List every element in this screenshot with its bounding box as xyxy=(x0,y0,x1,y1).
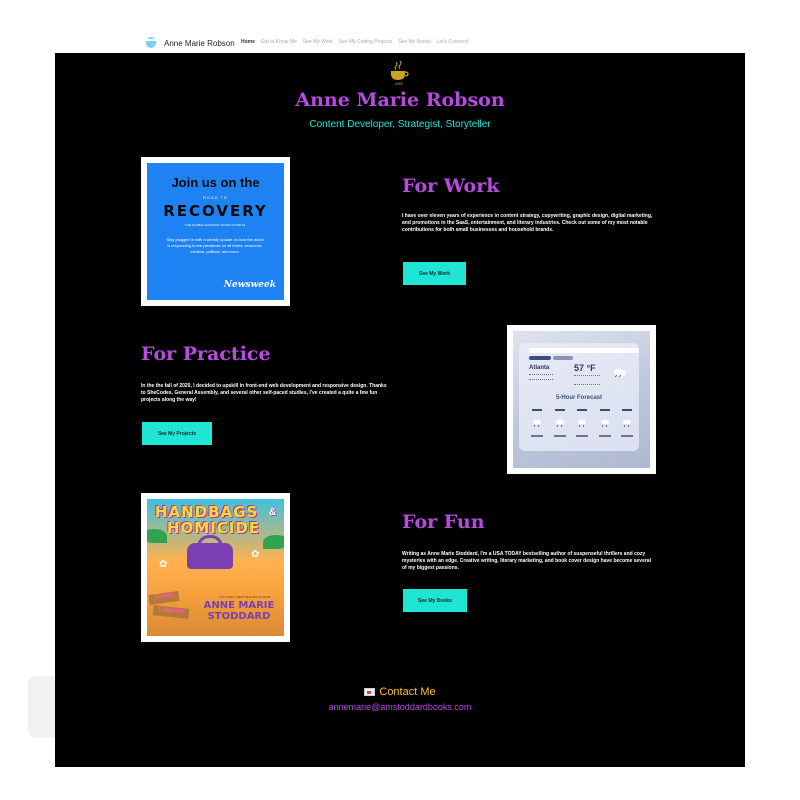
fun-title: For Fun xyxy=(402,511,485,533)
weather-search-button xyxy=(529,356,551,360)
page-subtitle: Content Developer, Strategist, Storytell… xyxy=(309,119,491,130)
practice-title: For Practice xyxy=(141,343,271,365)
nav-link-books[interactable]: See My Books xyxy=(398,39,430,45)
palm-leaf-shape xyxy=(263,535,284,549)
portfolio-page: Anne Marie Robson Home Get to Know Me Se… xyxy=(55,33,745,767)
cloud-icon xyxy=(614,368,626,377)
weather-date-line xyxy=(529,374,553,380)
nav-link-about[interactable]: Get to Know Me xyxy=(261,39,297,45)
book-author-line1: ANNE MARIE xyxy=(203,600,275,611)
nav-link-home[interactable]: Home xyxy=(241,39,255,45)
coffee-logo-icon: AMR xyxy=(391,60,409,86)
nav-link-projects[interactable]: See My Coding Projects xyxy=(339,39,393,45)
book-title-line2: HOMICIDE xyxy=(167,519,261,537)
book-author-line2: STODDARD xyxy=(207,611,271,622)
weather-temperature: 57 °F xyxy=(574,363,596,373)
weather-panel: Atlanta 57 °F 5-Hour Forecast xyxy=(519,343,639,451)
brand-link[interactable]: Anne Marie Robson xyxy=(145,36,235,50)
work-image-card: Join us on the ROAD TO RECOVERY THE GLOB… xyxy=(141,157,290,306)
contact-section: Contact Me annemarie@amstoddardbooks.com xyxy=(55,686,745,712)
work-title: For Work xyxy=(402,175,500,197)
flower-icon: ✿ xyxy=(159,559,168,570)
rain-icon xyxy=(533,419,541,427)
promo-body: Stay plugged in with a weekly update on … xyxy=(166,237,264,254)
see-my-books-button[interactable]: See My Books xyxy=(403,589,467,612)
rain-icon xyxy=(600,419,609,427)
brand-name: Anne Marie Robson xyxy=(164,38,235,48)
side-panel xyxy=(28,676,58,738)
book-sign-aloha: Aloha xyxy=(148,590,180,606)
forecast-day xyxy=(597,409,613,437)
fun-text: Writing as Anne Marie Stoddard, I'm a US… xyxy=(402,551,651,571)
rain-icon xyxy=(623,419,631,427)
promo-road-to: ROAD TO xyxy=(202,195,229,200)
contact-title: Contact Me xyxy=(379,686,436,698)
rain-icon xyxy=(555,419,564,427)
newsweek-logo: Newsweek xyxy=(223,280,276,290)
weather-location-button xyxy=(553,356,573,360)
logo-text: AMR xyxy=(395,82,403,86)
work-text: I have over eleven years of experience i… xyxy=(402,213,653,233)
book-sign-lagoon: Lagoon xyxy=(152,605,190,619)
practice-text: In the the fall of 2020, I decided to up… xyxy=(141,383,387,403)
weather-details xyxy=(574,375,600,385)
promo-title: Join us on the xyxy=(171,175,260,190)
page-title: Anne Marie Robson xyxy=(295,89,505,111)
palm-leaf-shape xyxy=(147,529,167,543)
flower-icon: ✿ xyxy=(251,549,260,560)
weather-search-bar xyxy=(529,348,639,353)
forecast-title: 5-Hour Forecast xyxy=(555,395,602,401)
weather-city: Atlanta xyxy=(529,365,550,371)
promo-recovery: RECOVERY xyxy=(163,202,268,220)
contact-email-link[interactable]: annemarie@amstoddardbooks.com xyxy=(55,702,745,712)
book-cover-image: ✿ ✿ HANDBAGS & HOMICIDE Aloha Lagoon USA… xyxy=(147,499,284,636)
rain-icon xyxy=(578,419,586,427)
fun-image-card: ✿ ✿ HANDBAGS & HOMICIDE Aloha Lagoon USA… xyxy=(141,493,290,642)
nav-links: Home Get to Know Me See My Work See My C… xyxy=(241,39,468,45)
contact-heading: Contact Me xyxy=(55,686,745,698)
weather-app-screenshot: Atlanta 57 °F 5-Hour Forecast xyxy=(513,331,650,468)
see-my-projects-button[interactable]: See My Projects xyxy=(142,422,212,445)
newsweek-promo-image: Join us on the ROAD TO RECOVERY THE GLOB… xyxy=(147,163,284,300)
forecast-day xyxy=(619,409,635,437)
book-ribbon: USA TODAY BESTSELLING AUTHOR xyxy=(219,595,271,599)
forecast-day xyxy=(552,409,568,437)
forecast-day xyxy=(574,409,590,437)
practice-image-card: Atlanta 57 °F 5-Hour Forecast xyxy=(507,325,656,474)
nav-link-work[interactable]: See My Work xyxy=(303,39,333,45)
promo-tagline: THE GLOBAL ECONOMY AFTER COVID-19 xyxy=(184,223,246,227)
nav-link-connect[interactable]: Let's Connect! xyxy=(437,39,469,45)
forecast-days xyxy=(529,409,635,437)
coffee-cup-icon xyxy=(145,37,157,49)
see-my-work-button[interactable]: See My Work xyxy=(403,262,466,285)
forecast-day xyxy=(529,409,545,437)
navbar: Anne Marie Robson Home Get to Know Me Se… xyxy=(55,33,745,53)
envelope-icon xyxy=(364,688,376,696)
handbag-icon xyxy=(187,543,233,569)
book-title-amp: & xyxy=(269,507,277,518)
